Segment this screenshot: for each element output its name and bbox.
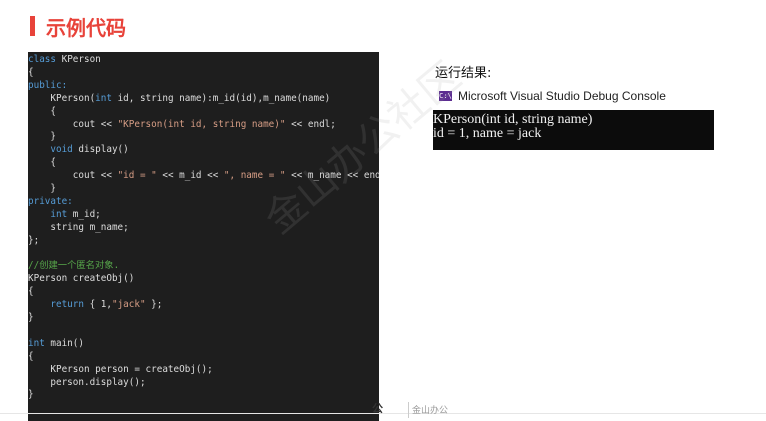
code-line: string m_name; xyxy=(28,221,129,234)
footer-divider xyxy=(0,413,766,414)
title-accent-bar xyxy=(30,16,35,36)
console-output: KPerson(int id, string name) id = 1, nam… xyxy=(433,110,714,150)
code-line: } xyxy=(28,130,56,143)
code-line: void display() xyxy=(28,143,129,156)
code-token: }; xyxy=(28,234,40,246)
code-line: cout << "KPerson(int id, string name)" <… xyxy=(28,118,336,131)
code-token: } xyxy=(28,131,56,143)
footer-brand: 金山办公 xyxy=(412,406,449,416)
code-line: int main() xyxy=(28,337,84,350)
code-token: "id = " xyxy=(117,170,157,182)
code-token: cout << xyxy=(28,118,118,130)
code-token: { xyxy=(28,66,34,78)
code-token: << endl; xyxy=(285,118,336,130)
page-title: 示例代码 xyxy=(46,16,126,40)
code-token: { xyxy=(28,350,34,362)
code-line: KPerson(int id, string name):m_id(id),m_… xyxy=(28,92,330,105)
code-token: int xyxy=(50,208,68,220)
code-line: KPerson createObj() xyxy=(28,272,134,285)
code-token: void xyxy=(50,144,73,156)
code-line: public: xyxy=(28,79,67,92)
code-line: { xyxy=(28,105,56,118)
code-token: { xyxy=(28,157,56,169)
code-token: class xyxy=(28,54,56,65)
code-line: class KPerson xyxy=(28,53,101,66)
code-line: }; xyxy=(28,234,39,247)
code-token: "KPerson(int id, string name)" xyxy=(117,118,286,130)
code-line: KPerson person = createObj(); xyxy=(28,363,213,376)
code-token: { 1, xyxy=(83,299,112,311)
code-token: { xyxy=(28,286,34,298)
code-line: } xyxy=(28,182,56,195)
code-token: } xyxy=(28,312,34,323)
code-token: { xyxy=(28,105,56,117)
code-token: } xyxy=(28,183,56,194)
console-line: KPerson(int id, string name) xyxy=(433,112,593,127)
console-window-title: C:\ Microsoft Visual Studio Debug Consol… xyxy=(439,88,666,104)
code-token: id, string name):m_id(id),m_name(name) xyxy=(111,92,331,104)
code-line: { xyxy=(28,350,34,363)
code-line: private: xyxy=(28,195,73,208)
code-token: }; xyxy=(145,299,163,311)
footer-logo: 公 xyxy=(372,402,383,415)
code-line: return { 1,"jack" }; xyxy=(28,298,162,311)
code-token: m_id; xyxy=(67,208,101,220)
code-token: "jack" xyxy=(111,299,146,311)
code-token: KPerson( xyxy=(28,92,96,104)
code-token: //创建一个匿名对象. xyxy=(28,260,120,272)
code-line: { xyxy=(28,285,34,298)
code-token: display() xyxy=(72,144,129,156)
code-token: cout << xyxy=(28,170,118,182)
code-block: class KPerson{public: KPerson(int id, st… xyxy=(28,52,379,421)
code-line: } xyxy=(28,388,34,401)
code-line: person.display(); xyxy=(28,376,146,389)
console-title-text: Microsoft Visual Studio Debug Console xyxy=(458,89,666,103)
code-token: << m_id << xyxy=(156,170,224,182)
code-token: private: xyxy=(28,195,73,207)
code-line: //创建一个匿名对象. xyxy=(28,259,119,272)
code-line: int m_id; xyxy=(28,208,101,221)
code-token: public: xyxy=(28,79,68,91)
code-line: { xyxy=(28,66,34,79)
code-token: main() xyxy=(44,337,84,349)
code-token: return xyxy=(50,299,84,311)
code-line: { xyxy=(28,156,56,169)
code-line: } xyxy=(28,311,34,324)
code-token: KPerson xyxy=(56,54,101,65)
footer-separator xyxy=(408,402,409,418)
code-token: int xyxy=(95,92,112,104)
code-token: } xyxy=(28,389,34,401)
code-token: string m_name; xyxy=(28,221,129,233)
code-token: int xyxy=(28,337,45,349)
code-token: KPerson createObj() xyxy=(28,273,135,285)
code-token: person.display(); xyxy=(28,376,146,388)
code-token: KPerson person = createObj(); xyxy=(28,363,213,375)
console-line: id = 1, name = jack xyxy=(433,126,542,141)
